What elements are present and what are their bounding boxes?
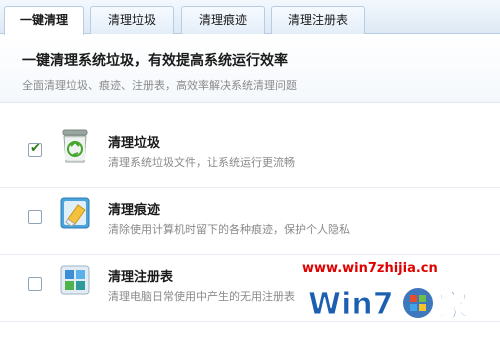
tab-one-click-clean[interactable]: 一键清理 <box>4 6 84 35</box>
clean-registry-desc: 清理电脑日常使用中产生的无用注册表 <box>108 290 295 303</box>
tab-bar: 一键清理 清理垃圾 清理痕迹 清理注册表 <box>0 0 500 35</box>
clean-registry-checkbox[interactable] <box>28 277 42 291</box>
tab-clean-junk[interactable]: 清理垃圾 <box>90 6 174 34</box>
clean-junk-desc: 清理系统垃圾文件，让系统运行更流畅 <box>108 156 295 169</box>
page-subtitle: 全面清理垃圾、痕迹、注册表，高效率解决系统清理问题 <box>22 79 297 92</box>
clean-junk-checkbox[interactable]: ✔ <box>28 141 42 157</box>
clean-traces-desc: 清除使用计算机时留下的各种痕迹，保护个人隐私 <box>108 223 350 236</box>
svg-text:Win7: Win7 <box>308 287 394 322</box>
tab-clean-traces[interactable]: 清理痕迹 <box>181 6 265 34</box>
page-header: 一键清理系统垃圾，有效提高系统运行效率 全面清理垃圾、痕迹、注册表，高效率解决系… <box>0 35 500 103</box>
eraser-icon <box>58 195 92 231</box>
watermark-logo: Win7 家 <box>306 278 484 328</box>
watermark-url: www.win7zhijia.cn <box>302 261 438 276</box>
clean-junk-title: 清理垃圾 <box>108 136 161 151</box>
page-title: 一键清理系统垃圾，有效提高系统运行效率 <box>22 53 288 69</box>
svg-text:家: 家 <box>438 289 468 324</box>
tab-clean-registry[interactable]: 清理注册表 <box>271 6 365 34</box>
check-icon: ✔ <box>30 141 41 156</box>
recycle-bin-icon <box>58 128 92 164</box>
clean-traces-checkbox[interactable] <box>28 210 42 224</box>
list-item-clean-junk: ✔ 清理垃圾 清理系统垃圾文件，让系统运行更流畅 <box>0 118 500 188</box>
registry-icon <box>58 262 92 298</box>
clean-registry-title: 清理注册表 <box>108 270 174 285</box>
list-item-clean-traces: 清理痕迹 清除使用计算机时留下的各种痕迹，保护个人隐私 <box>0 185 500 255</box>
clean-traces-title: 清理痕迹 <box>108 203 161 218</box>
